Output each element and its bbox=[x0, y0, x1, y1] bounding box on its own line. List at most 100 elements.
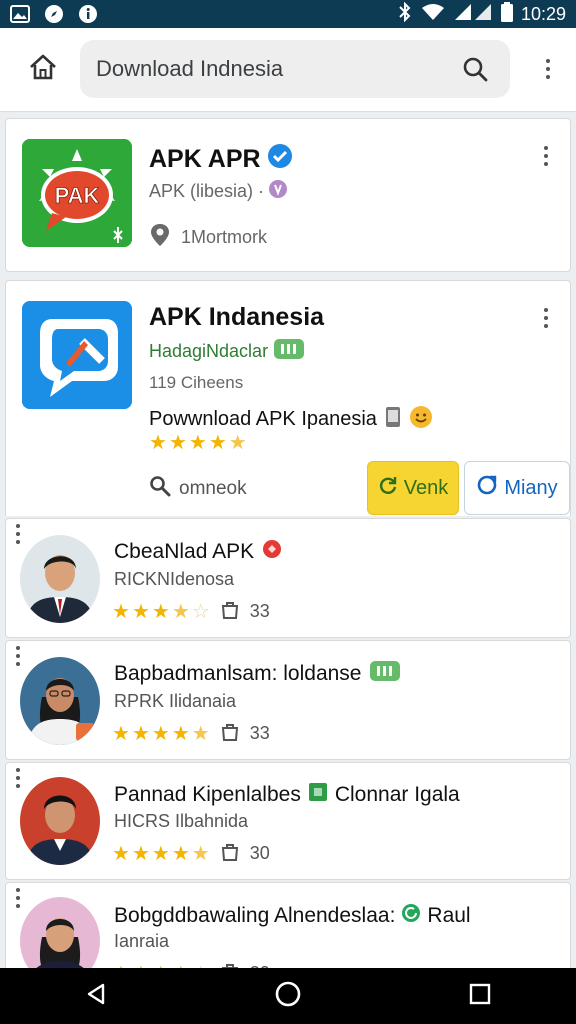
search-hint: omneok bbox=[179, 477, 247, 499]
item-title: Bobgddbawaling Alnendeslaa: bbox=[114, 904, 396, 927]
star-icon: ★ bbox=[151, 842, 170, 865]
star-icon: ★ bbox=[171, 722, 190, 745]
item-title-suffix: Raul bbox=[427, 904, 471, 927]
verified-icon bbox=[267, 143, 293, 176]
browser-toolbar: Download Indnesia bbox=[0, 28, 576, 112]
avatar bbox=[20, 657, 100, 745]
more-options-icon[interactable] bbox=[536, 54, 560, 84]
list-item[interactable]: Pannad Kipenlalbes Clonnar Igala HICRS I… bbox=[5, 762, 571, 880]
app-logo: PAK bbox=[22, 139, 132, 247]
item-menu-icon[interactable] bbox=[6, 641, 30, 671]
svg-text:PAK: PAK bbox=[55, 183, 100, 208]
smiley-icon bbox=[409, 405, 433, 434]
developer-name: HadagiNdaclar bbox=[149, 341, 269, 361]
item-rating-stars: ★★★★☆ bbox=[112, 602, 210, 622]
item-title: CbeaNlad APK bbox=[114, 540, 255, 563]
home-button[interactable] bbox=[18, 45, 68, 95]
star-icon: ★ bbox=[168, 432, 187, 454]
search-icon[interactable] bbox=[460, 54, 490, 84]
avatar bbox=[20, 535, 100, 623]
status-bar: 10:29 bbox=[0, 0, 576, 28]
card-menu-icon[interactable] bbox=[534, 141, 558, 171]
star-icon: ★ bbox=[228, 432, 247, 454]
featured-app-card[interactable]: PAK APK APR APK (libesia) · 1Mortmork bbox=[5, 118, 571, 272]
badge-icon bbox=[268, 179, 288, 204]
star-icon: ★ bbox=[149, 432, 167, 454]
location-pin-icon bbox=[149, 223, 171, 252]
phone-icon bbox=[385, 406, 401, 433]
compass-icon bbox=[44, 4, 64, 24]
app-title: APK Indanesia bbox=[149, 303, 325, 331]
app-logo-chat bbox=[22, 301, 132, 409]
green-square-icon bbox=[308, 783, 327, 807]
venk-button-label: Venk bbox=[403, 476, 449, 499]
dev-badge-icon bbox=[274, 339, 305, 364]
battery-icon bbox=[500, 1, 513, 27]
bag-icon bbox=[220, 721, 240, 746]
refresh-icon bbox=[378, 475, 398, 501]
card-menu-icon[interactable] bbox=[534, 303, 558, 333]
item-menu-icon[interactable] bbox=[6, 763, 30, 793]
item-rating-stars: ★ ★ ★ ★ ★ bbox=[112, 724, 210, 744]
avatar bbox=[20, 777, 100, 865]
star-icon: ★ bbox=[151, 722, 170, 745]
star-icon: ☆ bbox=[191, 600, 210, 623]
back-icon bbox=[84, 982, 108, 1011]
item-rating-stars: ★ ★ ★ ★ ★ bbox=[112, 844, 210, 864]
system-nav-bar bbox=[0, 968, 576, 1024]
star-icon: ★ bbox=[188, 432, 207, 454]
app-detail-card[interactable]: APK Indanesia HadagiNdaclar 119 Ciheens … bbox=[5, 280, 571, 516]
list-item[interactable]: Bapbadmanlsam: loldanse RPRK Ilidanaia ★… bbox=[5, 640, 571, 760]
star-icon: ★ bbox=[208, 432, 227, 454]
bag-icon bbox=[220, 599, 240, 624]
app-rating-stars: ★ ★ ★ ★ ★ bbox=[149, 433, 247, 453]
star-icon: ★ bbox=[171, 600, 190, 623]
star-icon: ★ bbox=[191, 842, 210, 865]
star-icon: ★ bbox=[112, 842, 130, 865]
bag-icon bbox=[220, 841, 240, 866]
miany-button[interactable]: Miany bbox=[464, 461, 570, 515]
item-title: Bapbadmanlsam: loldanse bbox=[114, 662, 362, 685]
app-title: APK APR bbox=[149, 145, 261, 173]
recents-button[interactable] bbox=[458, 974, 502, 1018]
star-icon: ★ bbox=[191, 722, 210, 745]
venk-button[interactable]: Venk bbox=[367, 461, 459, 515]
wifi-icon bbox=[421, 3, 445, 26]
back-button[interactable] bbox=[74, 974, 118, 1018]
app-subtitle: APK (libesia) · bbox=[149, 181, 265, 201]
item-menu-icon[interactable] bbox=[6, 519, 30, 549]
star-icon: ★ bbox=[131, 842, 150, 865]
list-item[interactable]: CbeaNlad APK RICKNIdenosa ★ ★ ★ ★ ☆ 33 bbox=[5, 518, 571, 638]
star-icon: ★ bbox=[112, 600, 130, 623]
green-badge-icon bbox=[369, 661, 400, 687]
miany-button-label: Miany bbox=[504, 476, 558, 499]
list-item[interactable]: Bobgddbawaling Alnendeslaa: Raul Ianraia… bbox=[5, 882, 571, 985]
home-circle-icon bbox=[274, 980, 302, 1013]
red-badge-icon bbox=[262, 539, 282, 565]
search-input[interactable]: Download Indnesia bbox=[96, 56, 460, 82]
star-icon: ★ bbox=[171, 842, 190, 865]
star-icon: ★ bbox=[151, 600, 170, 623]
home-icon bbox=[28, 53, 58, 86]
item-title: Pannad Kipenlalbes bbox=[114, 783, 301, 806]
item-subtitle: HICRS Ilbahnida bbox=[114, 811, 249, 831]
star-icon: ★ bbox=[131, 600, 150, 623]
sync-icon bbox=[476, 474, 498, 502]
green-check-icon bbox=[401, 903, 421, 929]
search-field[interactable]: Download Indnesia bbox=[80, 40, 510, 98]
location-label: 1Mortmork bbox=[181, 227, 268, 247]
item-count: 33 bbox=[249, 601, 270, 621]
signal-icon bbox=[453, 3, 493, 26]
info-icon bbox=[78, 4, 98, 24]
install-count: 119 Ciheens bbox=[149, 373, 244, 392]
search-hint-row[interactable]: omneok bbox=[149, 475, 247, 502]
item-title-suffix: Clonnar Igala bbox=[334, 783, 460, 806]
item-subtitle: RPRK Ilidanaia bbox=[114, 691, 237, 711]
home-nav-button[interactable] bbox=[266, 974, 310, 1018]
item-count: 30 bbox=[249, 843, 270, 863]
item-menu-icon[interactable] bbox=[6, 883, 30, 913]
app-description: Powwnload APK Ipanesia bbox=[149, 408, 377, 430]
item-subtitle: Ianraia bbox=[114, 931, 170, 951]
item-count: 33 bbox=[249, 723, 270, 743]
clock: 10:29 bbox=[520, 3, 566, 24]
